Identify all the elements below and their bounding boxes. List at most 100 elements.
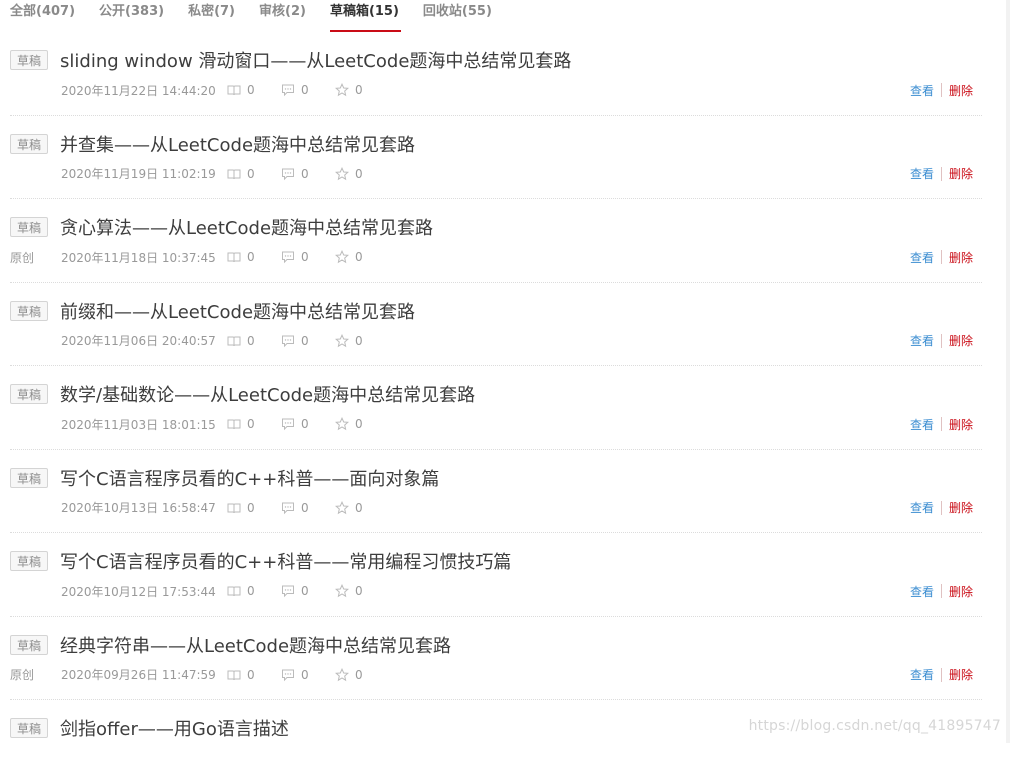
article-title[interactable]: 写个C语言程序员看的C++科普——常用编程习惯技巧篇 <box>60 548 511 574</box>
article-title[interactable]: sliding window 滑动窗口——从LeetCode题海中总结常见套路 <box>60 47 571 73</box>
view-link[interactable]: 查看 <box>910 332 934 349</box>
draft-badge: 草稿 <box>10 133 49 154</box>
tab-private[interactable]: 私密(7) <box>188 0 235 32</box>
comment-count-value: 0 <box>301 250 309 264</box>
view-count-value: 0 <box>247 667 255 682</box>
like-count: 0 <box>335 417 389 431</box>
like-count: 0 <box>335 83 389 97</box>
draft-badge: 草稿 <box>10 634 49 655</box>
delete-link[interactable]: 删除 <box>949 82 973 99</box>
article-title[interactable]: 剑指offer——用Go语言描述 <box>60 715 289 741</box>
tab-public[interactable]: 公开(383) <box>99 0 164 32</box>
draft-badge: 草稿 <box>10 718 49 738</box>
divider <box>940 584 942 598</box>
book-icon <box>227 503 241 513</box>
comment-count: 0 <box>281 584 335 598</box>
book-icon <box>227 85 241 96</box>
like-count: 0 <box>335 166 389 181</box>
delete-link[interactable]: 删除 <box>949 165 973 182</box>
tab-review[interactable]: 审核(2) <box>259 0 306 32</box>
article-title[interactable]: 经典字符串——从LeetCode题海中总结常见套路 <box>60 632 451 658</box>
draft-badge: 草稿 <box>10 50 49 70</box>
like-count: 0 <box>335 667 389 682</box>
view-link[interactable]: 查看 <box>910 583 934 600</box>
book-icon <box>227 252 241 263</box>
like-count: 0 <box>335 584 389 598</box>
comment-count: 0 <box>281 83 335 97</box>
delete-link[interactable]: 删除 <box>949 666 973 683</box>
article-date: 2020年10月12日 17:53:44 <box>61 584 216 599</box>
comment-count: 0 <box>281 167 335 181</box>
like-count-value: 0 <box>355 333 363 348</box>
book-icon <box>227 586 241 597</box>
book-icon <box>227 419 241 430</box>
like-count-value: 0 <box>355 417 363 431</box>
comment-count: 0 <box>281 334 335 348</box>
like-count: 0 <box>335 500 389 515</box>
article-item: 草稿 数学/基础数论——从LeetCode题海中总结常见套路 2020年11月0… <box>10 366 982 450</box>
tab-all[interactable]: 全部(407) <box>10 0 75 32</box>
article-title[interactable]: 前缀和——从LeetCode题海中总结常见套路 <box>60 298 415 324</box>
view-count: 0 <box>227 250 281 264</box>
draft-badge: 草稿 <box>10 551 49 571</box>
view-count: 0 <box>227 584 281 598</box>
view-link[interactable]: 查看 <box>910 82 934 99</box>
like-count-value: 0 <box>355 500 363 515</box>
view-link[interactable]: 查看 <box>910 499 934 516</box>
view-count: 0 <box>227 417 281 431</box>
comment-count: 0 <box>281 501 335 515</box>
divider <box>940 250 942 264</box>
star-icon <box>335 500 349 514</box>
comment-icon <box>282 669 294 681</box>
star-icon <box>335 250 349 264</box>
divider <box>940 166 942 181</box>
article-title[interactable]: 数学/基础数论——从LeetCode题海中总结常见套路 <box>60 381 475 407</box>
comment-count-value: 0 <box>301 500 309 515</box>
delete-link[interactable]: 删除 <box>949 249 973 266</box>
article-item: 草稿 写个C语言程序员看的C++科普——面向对象篇 2020年10月13日 16… <box>10 450 982 533</box>
star-icon <box>335 333 349 347</box>
article-item: 草稿 写个C语言程序员看的C++科普——常用编程习惯技巧篇 2020年10月12… <box>10 533 982 617</box>
comment-count: 0 <box>281 668 335 682</box>
divider <box>940 667 942 682</box>
view-link[interactable]: 查看 <box>910 249 934 266</box>
article-item: 草稿 sliding window 滑动窗口——从LeetCode题海中总结常见… <box>10 32 982 116</box>
comment-icon <box>282 168 294 180</box>
tab-recycle-bin[interactable]: 回收站(55) <box>423 0 492 32</box>
like-count: 0 <box>335 333 389 348</box>
like-count: 0 <box>335 250 389 264</box>
draft-badge: 草稿 <box>10 384 49 404</box>
article-item: 草稿 并查集——从LeetCode题海中总结常见套路 2020年11月19日 1… <box>10 116 982 199</box>
draft-badge: 草稿 <box>10 467 49 488</box>
delete-link[interactable]: 删除 <box>949 499 973 516</box>
like-count-value: 0 <box>355 667 363 682</box>
like-count-value: 0 <box>355 83 363 97</box>
article-list: 草稿 sliding window 滑动窗口——从LeetCode题海中总结常见… <box>10 32 982 784</box>
view-count: 0 <box>227 334 281 348</box>
divider <box>940 500 942 515</box>
view-count-value: 0 <box>247 417 255 431</box>
article-item: 草稿 经典字符串——从LeetCode题海中总结常见套路 原创 2020年09月… <box>10 617 982 700</box>
scrollbar-track[interactable] <box>1006 0 1010 743</box>
view-count-value: 0 <box>247 333 255 348</box>
view-count-value: 0 <box>247 500 255 515</box>
article-date: 2020年11月22日 14:44:20 <box>61 83 216 98</box>
comment-icon <box>282 585 294 598</box>
tab-drafts[interactable]: 草稿箱(15) <box>329 0 401 32</box>
article-date: 2020年11月03日 18:01:15 <box>61 417 216 432</box>
star-icon <box>335 584 349 598</box>
comment-icon <box>282 502 294 514</box>
delete-link[interactable]: 删除 <box>949 416 973 433</box>
delete-link[interactable]: 删除 <box>949 332 973 349</box>
article-title[interactable]: 写个C语言程序员看的C++科普——面向对象篇 <box>60 465 439 491</box>
view-link[interactable]: 查看 <box>910 416 934 433</box>
article-title[interactable]: 贪心算法——从LeetCode题海中总结常见套路 <box>60 214 433 240</box>
view-link[interactable]: 查看 <box>910 666 934 683</box>
view-link[interactable]: 查看 <box>910 165 934 182</box>
view-count-value: 0 <box>247 584 255 598</box>
comment-count: 0 <box>281 250 335 264</box>
comment-count-value: 0 <box>301 417 309 431</box>
article-title[interactable]: 并查集——从LeetCode题海中总结常见套路 <box>60 131 415 157</box>
delete-link[interactable]: 删除 <box>949 583 973 600</box>
view-count: 0 <box>227 167 281 181</box>
